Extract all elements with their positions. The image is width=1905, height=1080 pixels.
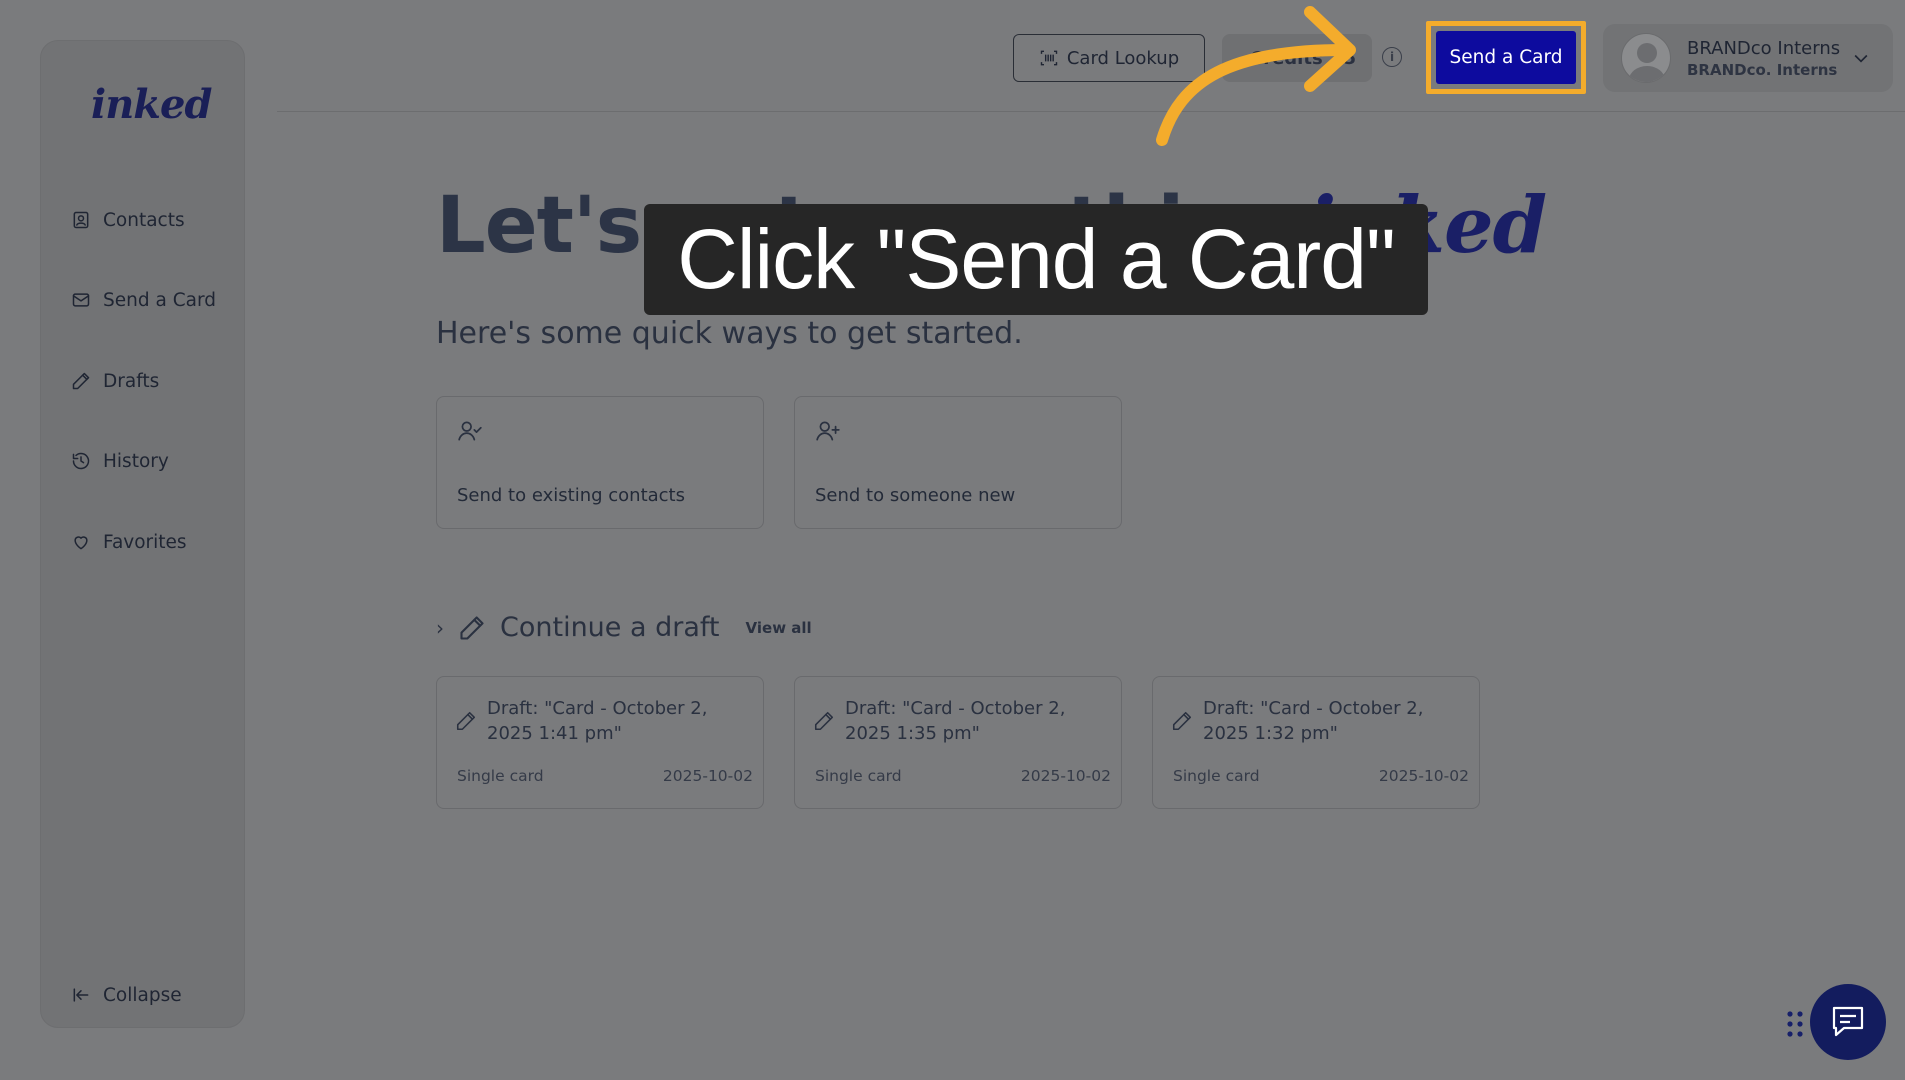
action-label: Send to someone new: [815, 485, 1016, 506]
action-label: Send to existing contacts: [457, 485, 685, 506]
collapse-button[interactable]: Collapse: [71, 975, 182, 1015]
sidebar-item-history[interactable]: History: [71, 441, 169, 481]
sidebar-item-drafts[interactable]: Drafts: [71, 361, 159, 401]
send-to-existing-contacts-card[interactable]: Send to existing contacts: [436, 396, 764, 529]
user-org: BRANDco. Interns: [1687, 60, 1838, 79]
pencil-icon: [1172, 711, 1192, 731]
barcode-scan-icon: [1040, 50, 1058, 66]
draft-type: Single card: [815, 767, 902, 785]
collapse-label: Collapse: [103, 984, 182, 1006]
chevron-right-icon[interactable]: ›: [436, 616, 444, 640]
pencil-icon: [456, 711, 476, 731]
inked-logo[interactable]: inked: [91, 81, 212, 128]
sidebar-item-send-a-card[interactable]: Send a Card: [71, 280, 216, 320]
mail-icon: [72, 293, 90, 307]
drafts-section-header: › Continue a draft View all: [436, 612, 812, 643]
view-all-drafts-link[interactable]: View all: [746, 619, 812, 637]
tutorial-highlight-box: [1426, 21, 1586, 94]
user-menu[interactable]: BRANDco Interns BRANDco. Interns: [1603, 24, 1893, 92]
draft-type: Single card: [1173, 767, 1260, 785]
draft-card[interactable]: Draft: "Card - October 2, 2025 1:41 pm" …: [436, 676, 764, 809]
draft-date: 2025-10-02: [1020, 767, 1111, 785]
contacts-icon: [73, 211, 89, 229]
draft-date: 2025-10-02: [1378, 767, 1469, 785]
draft-card[interactable]: Draft: "Card - October 2, 2025 1:35 pm" …: [794, 676, 1122, 809]
sidebar: inked Contacts Send a Card Drafts Histor…: [40, 40, 245, 1028]
user-name: BRANDco Interns: [1687, 37, 1841, 59]
draft-card[interactable]: Draft: "Card - October 2, 2025 1:32 pm" …: [1152, 676, 1480, 809]
chevron-down-icon: [1854, 54, 1868, 63]
drafts-heading: Continue a draft: [500, 612, 720, 643]
history-icon: [72, 452, 90, 470]
info-icon[interactable]: i: [1382, 47, 1402, 67]
draft-date: 2025-10-02: [662, 767, 753, 785]
draft-title: Draft: "Card - October 2, 2025 1:35 pm": [845, 698, 1066, 744]
pencil-icon: [72, 372, 90, 390]
page-subtitle: Here's some quick ways to get started.: [436, 316, 1023, 351]
pencil-icon: [460, 615, 484, 640]
sidebar-item-contacts[interactable]: Contacts: [71, 200, 185, 240]
topbar-divider: [277, 111, 1905, 112]
heart-icon: [74, 536, 88, 550]
send-to-someone-new-card[interactable]: Send to someone new: [794, 396, 1122, 529]
sidebar-item-label: History: [103, 450, 169, 472]
draft-type: Single card: [457, 767, 544, 785]
tutorial-arrow-icon: [1156, 6, 1356, 146]
sidebar-item-favorites[interactable]: Favorites: [71, 522, 187, 562]
user-check-icon: [458, 421, 482, 441]
drag-handle-icon[interactable]: [1785, 1009, 1805, 1039]
chat-icon: [1832, 1006, 1864, 1037]
chat-button[interactable]: [1810, 984, 1886, 1060]
sidebar-item-label: Drafts: [103, 370, 160, 392]
tutorial-callout: Click "Send a Card": [644, 204, 1428, 315]
avatar: [1621, 33, 1671, 83]
sidebar-item-label: Contacts: [103, 209, 185, 231]
user-plus-icon: [816, 421, 840, 441]
sidebar-item-label: Favorites: [103, 531, 187, 553]
draft-title: Draft: "Card - October 2, 2025 1:32 pm": [1203, 698, 1424, 744]
pencil-icon: [814, 711, 834, 731]
draft-title: Draft: "Card - October 2, 2025 1:41 pm": [487, 698, 708, 744]
collapse-icon: [73, 988, 89, 1002]
sidebar-item-label: Send a Card: [103, 289, 216, 311]
